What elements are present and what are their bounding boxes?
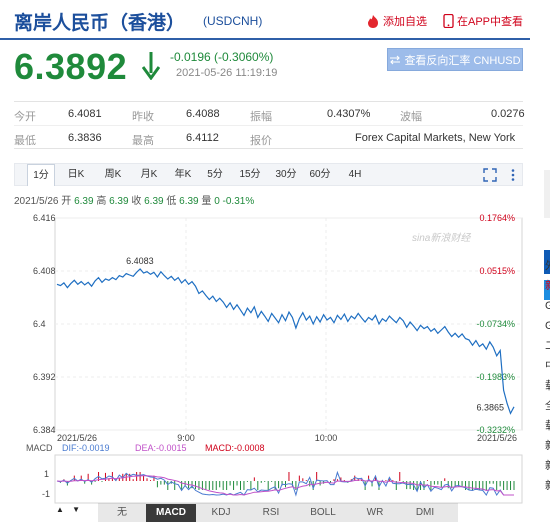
- quote-timestamp: 2021-05-26 11:19:19: [176, 67, 278, 79]
- down-arrow-icon: [142, 52, 160, 80]
- tab-weekly-k[interactable]: 周K: [99, 164, 127, 185]
- options-dots-icon[interactable]: [507, 168, 519, 182]
- max-price-label: 6.4083: [126, 256, 154, 266]
- sidebar-char: 载: [545, 376, 550, 396]
- right-sidebar-clipped: 外新GG二中载全载新新新: [530, 0, 550, 522]
- sidebar-char: 中: [545, 356, 550, 376]
- stats-row: 今开 6.4081 昨收 6.4088 振幅 0.4307% 波幅 0.0276: [14, 102, 525, 126]
- sidebar-clipped-text: 外新GG二中载全载新新新: [545, 256, 550, 496]
- view-in-app-label: 在APP中查看: [457, 16, 524, 28]
- sidebar-char: 新: [545, 276, 550, 296]
- reverse-rate-label: 查看反向汇率 CNHUSD: [404, 54, 521, 67]
- amplitude-label: 振幅: [250, 111, 272, 123]
- sidebar-char: 二: [545, 336, 550, 356]
- tab-15min[interactable]: 15分: [235, 164, 265, 185]
- price-series-line: [56, 268, 515, 415]
- quote-source-label: 报价: [250, 135, 272, 147]
- tab-1min[interactable]: 1分: [27, 164, 55, 186]
- fullscreen-icon[interactable]: [483, 168, 497, 182]
- x-tick-label: 10:00: [315, 433, 338, 443]
- macd-dea: DEA:-0.0015: [135, 443, 187, 453]
- indicator-tab-boll[interactable]: BOLL: [296, 504, 350, 522]
- y-tick-label: 6.384: [33, 425, 56, 435]
- pct-tick-label: -0.1983%: [476, 372, 515, 382]
- sidebar-char: 新: [545, 436, 550, 456]
- price-chart[interactable]: 6.416 0.1764% 6.408 0.0515% 6.4 -0.0734% 6.392…: [0, 205, 530, 522]
- sidebar-char: 全: [545, 396, 550, 416]
- phone-icon: [443, 14, 454, 28]
- macd-y-tick: 1: [44, 469, 49, 479]
- indicator-tab-dmi[interactable]: DMI: [400, 504, 450, 522]
- indicator-tab-rsi[interactable]: RSI: [246, 504, 296, 522]
- fire-icon: [368, 14, 378, 28]
- amplitude-value: 0.4307%: [327, 108, 371, 120]
- x-tick-label: 2021/5/26: [477, 433, 517, 443]
- prev-close-label: 昨收: [132, 111, 154, 123]
- swap-icon: [390, 55, 401, 64]
- indicator-scroll-arrows[interactable]: ▲ ▼: [56, 505, 80, 514]
- sidebar-char: G: [545, 320, 550, 332]
- indicator-tab-none[interactable]: 无: [98, 504, 146, 522]
- prev-close-value: 6.4088: [186, 108, 220, 120]
- sidebar-char: 新: [545, 456, 550, 476]
- arrow-up-icon[interactable]: ▲: [56, 505, 64, 514]
- open-value: 6.4081: [68, 108, 102, 120]
- price-chart-svg[interactable]: 6.416 0.1764% 6.408 0.0515% 6.4 -0.0734% 6.392…: [0, 205, 530, 522]
- pct-tick-label: -0.0734%: [476, 319, 515, 329]
- indicator-tab-kdj[interactable]: KDJ: [196, 504, 246, 522]
- price-change: -0.0196 (-0.3060%): [170, 50, 274, 64]
- arrow-down-icon[interactable]: ▼: [72, 505, 80, 514]
- sidebar-char: G: [545, 300, 550, 312]
- pct-tick-label: 0.0515%: [479, 266, 515, 276]
- min-price-label: 6.3865: [477, 402, 505, 412]
- y-tick-label: 6.392: [33, 372, 56, 382]
- sidebar-char: 载: [545, 416, 550, 436]
- macd-title: MACD: [26, 443, 53, 453]
- indicator-tab-wr[interactable]: WR: [350, 504, 400, 522]
- sidebar-char: 外: [545, 256, 550, 276]
- tab-30min[interactable]: 30分: [271, 164, 301, 185]
- add-watchlist-link[interactable]: 添加自选: [366, 13, 427, 29]
- reverse-rate-button[interactable]: 查看反向汇率 CNHUSD: [387, 48, 523, 71]
- current-price: 6.3892: [14, 46, 128, 87]
- quote-stats-table: 今开 6.4081 昨收 6.4088 振幅 0.4307% 波幅 0.0276…: [14, 101, 525, 150]
- macd-value: MACD:-0.0008: [205, 443, 265, 453]
- y-tick-label: 6.416: [33, 213, 56, 223]
- pct-tick-label: 0.1764%: [479, 213, 515, 223]
- indicator-tab-macd[interactable]: MACD: [146, 504, 196, 522]
- stats-row: 最低 6.3836 最高 6.4112 报价 Forex Capital Mar…: [14, 126, 523, 150]
- tab-daily-k[interactable]: 日K: [63, 164, 89, 185]
- volatility-label: 波幅: [400, 111, 422, 123]
- watermark: sina新浪财经: [412, 232, 471, 244]
- x-tick-label: 2021/5/26: [57, 433, 97, 443]
- tab-yearly-k[interactable]: 年K: [169, 164, 197, 185]
- sidebar-scroll-bar: [544, 170, 550, 218]
- volatility-value: 0.0276: [491, 108, 525, 120]
- indicator-tab-bar: 无 MACD KDJ RSI BOLL WR DMI: [98, 503, 458, 522]
- period-tab-bar: 1分 日K 周K 月K 年K 5分 15分 30分 60分 4H: [14, 163, 523, 186]
- macd-y-tick: -1: [42, 489, 50, 499]
- tab-60min[interactable]: 60分: [305, 164, 335, 185]
- x-tick-label: 9:00: [177, 433, 195, 443]
- low-value: 6.3836: [68, 132, 102, 144]
- sidebar-char: 新: [545, 476, 550, 496]
- tab-4h[interactable]: 4H: [343, 164, 367, 185]
- high-value: 6.4112: [186, 132, 219, 144]
- quote-header: 离岸人民币（香港） (USDCNH) 添加自选 在APP中查看: [0, 0, 530, 40]
- y-tick-label: 6.408: [33, 266, 56, 276]
- tab-monthly-k[interactable]: 月K: [135, 164, 163, 185]
- quote-source-value: Forex Capital Markets, New York: [355, 132, 516, 144]
- y-tick-label: 6.4: [33, 319, 46, 329]
- symbol-code: (USDCNH): [203, 14, 263, 28]
- high-label: 最高: [132, 135, 154, 147]
- open-label: 今开: [14, 111, 36, 123]
- tab-5min[interactable]: 5分: [203, 164, 227, 185]
- add-watchlist-label: 添加自选: [383, 16, 427, 28]
- view-in-app-link[interactable]: 在APP中查看: [443, 13, 523, 29]
- page-title: 离岸人民币（香港）: [14, 13, 186, 34]
- macd-dif: DIF:-0.0019: [62, 443, 110, 453]
- low-label: 最低: [14, 135, 36, 147]
